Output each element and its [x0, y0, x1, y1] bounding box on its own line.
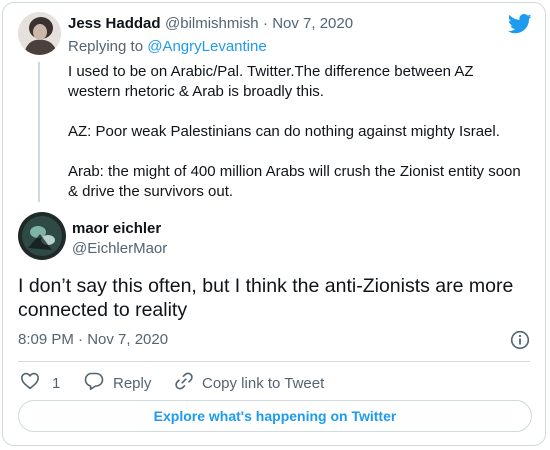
like-count: 1	[52, 374, 61, 392]
tweet-text: I don’t say this often, but I think the …	[18, 275, 514, 321]
tweet-paragraph: I used to be on Arabic/Pal. Twitter.The …	[68, 63, 474, 100]
replying-to-prefix: Replying to	[68, 38, 148, 55]
reply-tweet-header: Jess Haddad @bilmishmish · Nov 7, 2020	[68, 15, 353, 33]
info-icon[interactable]	[510, 330, 530, 350]
handle[interactable]: @EichlerMaor	[72, 240, 167, 257]
reply-tweet-body: I used to be on Arabic/Pal. Twitter.The …	[68, 62, 530, 202]
reply-label: Reply	[113, 374, 152, 392]
display-name[interactable]: Jess Haddad	[68, 15, 161, 32]
heart-icon	[20, 371, 40, 395]
replying-to-handle[interactable]: @AngryLevantine	[147, 38, 266, 55]
avatar[interactable]	[18, 212, 66, 260]
copy-link-button[interactable]: Copy link to Tweet	[174, 371, 324, 395]
tweet-date[interactable]: · Nov 7, 2020	[263, 15, 353, 32]
like-button[interactable]: 1	[20, 371, 60, 395]
handle[interactable]: @bilmishmish	[165, 15, 259, 32]
reply-button[interactable]: Reply	[83, 371, 151, 395]
explore-label: Explore what's happening on Twitter	[153, 408, 397, 424]
link-icon	[174, 371, 194, 395]
explore-button[interactable]: Explore what's happening on Twitter	[18, 400, 532, 432]
reply-icon	[83, 371, 105, 395]
avatar[interactable]	[18, 12, 61, 55]
copy-link-label: Copy link to Tweet	[202, 374, 325, 392]
divider	[18, 361, 530, 362]
display-name[interactable]: maor eichler	[72, 220, 161, 237]
twitter-bird-icon[interactable]	[507, 14, 532, 34]
replying-to-line: Replying to @AngryLevantine	[68, 38, 267, 55]
tweet-timestamp[interactable]: 8:09 PM · Nov 7, 2020	[18, 331, 168, 348]
tweet-paragraph: AZ: Poor weak Palestinians can do nothin…	[68, 123, 500, 140]
tweet-paragraph: Arab: the might of 400 million Arabs wil…	[68, 163, 521, 200]
thread-line	[38, 62, 40, 202]
